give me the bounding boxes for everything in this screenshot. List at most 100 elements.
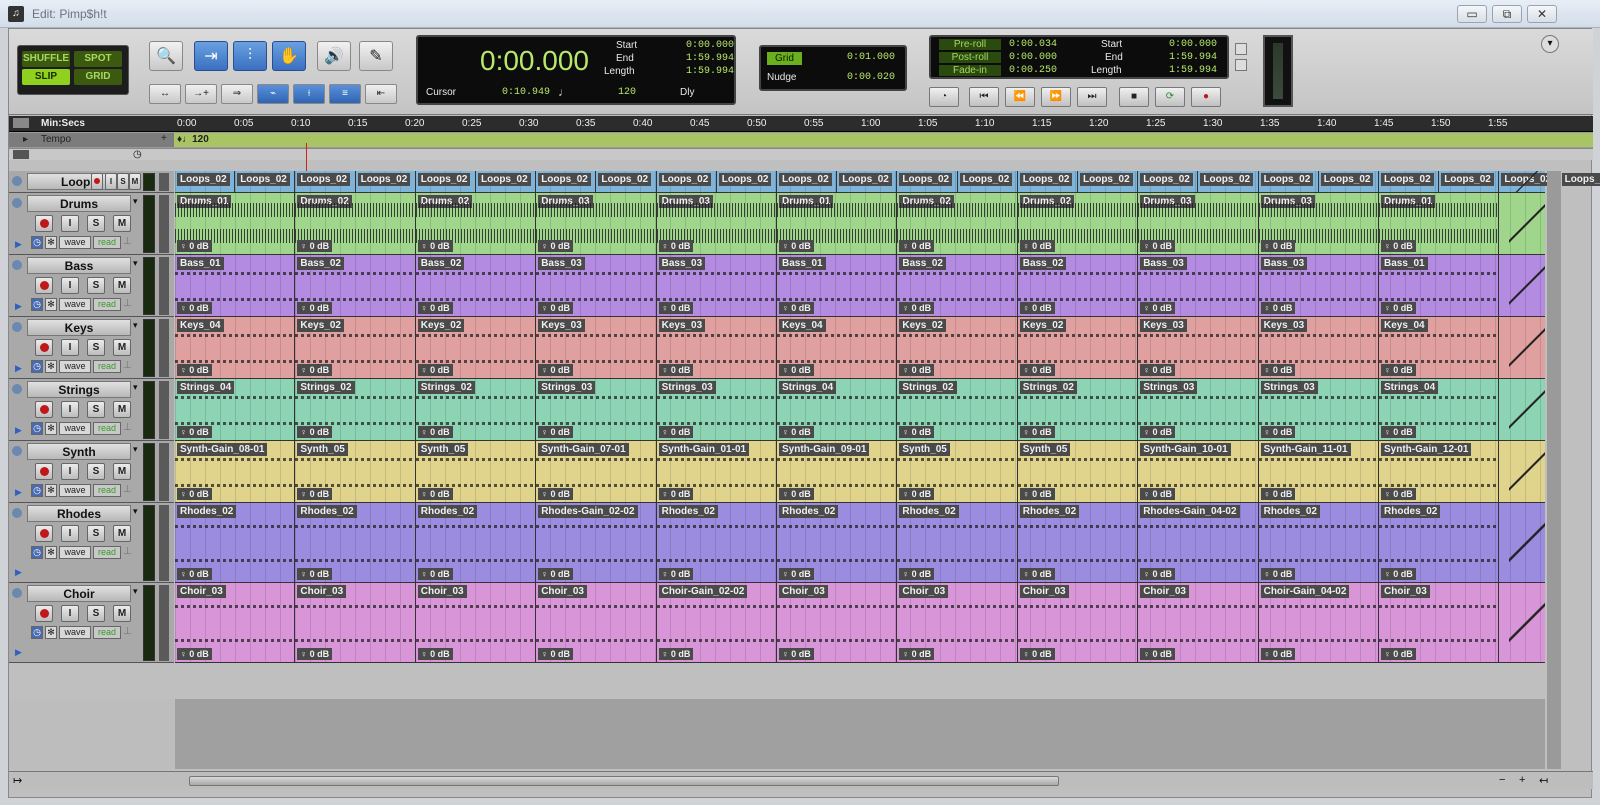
timebase-icon[interactable]: ◷ (31, 626, 43, 639)
tempo-ruler[interactable]: ♦♩120 (9, 133, 1593, 147)
zoom-toggle-icon[interactable]: ↔ (149, 84, 181, 104)
clip[interactable]: Bass_02 ♀ 0 dB (897, 255, 1018, 316)
input-monitor-button[interactable]: I (61, 277, 79, 294)
fade-out[interactable] (1509, 317, 1545, 378)
solo-button[interactable]: S (87, 463, 105, 480)
fadein-label[interactable]: Fade-in (939, 65, 1001, 76)
expand-lanes-icon[interactable]: ▶ (15, 567, 22, 578)
automation-mode-selector[interactable]: read (93, 360, 121, 373)
clip[interactable]: Keys_04 ♀ 0 dB (175, 317, 296, 378)
spot-mode-button[interactable]: SPOT (74, 51, 122, 67)
zoom-tool-icon[interactable]: 🔍 (149, 41, 183, 71)
close-button[interactable]: ✕ (1527, 5, 1557, 23)
clip[interactable]: Loops_02 (175, 171, 236, 192)
clip[interactable]: Choir_03 ♀ 0 dB (295, 583, 416, 662)
track-menu-icon[interactable]: ▾ (133, 320, 138, 331)
clip[interactable]: Loops_02 (1138, 171, 1199, 192)
track-menu-icon[interactable]: ▾ (133, 258, 138, 269)
solo-button[interactable]: S (87, 525, 105, 542)
minsecs-ruler[interactable]: Min:Secs 0:00 0:05 0:10 0:15 0:20 0:25 0:30 0:3… (9, 116, 1593, 132)
playlist-icon[interactable]: ⊥ (123, 422, 132, 433)
track-name[interactable]: Bass (27, 257, 131, 274)
clip[interactable]: Synth-Gain_12-01 ♀ 0 dB (1379, 441, 1500, 502)
playlist-icon[interactable]: ⊥ (123, 626, 132, 637)
clip[interactable]: Drums_03 ♀ 0 dB (1138, 193, 1259, 254)
automation-mode-selector[interactable]: read (93, 484, 121, 497)
clip[interactable]: Synth-Gain_10-01 ♀ 0 dB (1138, 441, 1259, 502)
track-lane-keys[interactable]: Keys_04 ♀ 0 dB Keys_02 ♀ 0 dB Keys_02 ♀ 0 dB K… (175, 317, 1545, 379)
record-enable-button[interactable] (35, 605, 53, 622)
elastic-icon[interactable]: ✻ (45, 626, 57, 639)
timebase-icon[interactable]: ◷ (31, 298, 43, 311)
insertion-follows-icon[interactable]: ⟊ (293, 84, 325, 104)
track-view-selector[interactable]: wave (59, 236, 91, 249)
track-view-selector[interactable]: wave (59, 484, 91, 497)
input-monitor-button[interactable]: I (61, 525, 79, 542)
clip[interactable]: Bass_01 ♀ 0 dB (777, 255, 898, 316)
track-view-selector[interactable]: wave (59, 360, 91, 373)
elastic-icon[interactable]: ✻ (45, 546, 57, 559)
track-lane-synth[interactable]: Synth-Gain_08-01 ♀ 0 dB Synth_05 ♀ 0 dB Synt… (175, 441, 1545, 503)
tempo-marker[interactable]: ♦♩120 (177, 134, 209, 145)
slip-mode-button[interactable]: SLIP (22, 69, 70, 85)
clip[interactable]: Rhodes_02 ♀ 0 dB (777, 503, 898, 582)
automation-mode-selector[interactable]: read (93, 236, 121, 249)
track-options-icon[interactable] (12, 198, 22, 208)
clip[interactable]: Rhodes_02 ♀ 0 dB (415, 503, 537, 582)
clip[interactable]: Rhodes_02 ♀ 0 dB (1379, 503, 1500, 582)
preroll-label[interactable]: Pre-roll (939, 39, 1001, 50)
expand-lanes-icon[interactable]: ▶ (15, 425, 22, 436)
clip[interactable]: Synth_05 ♀ 0 dB (415, 441, 537, 502)
selection-length[interactable]: 1:59.994 (686, 66, 734, 77)
add-tempo-icon[interactable]: + (161, 133, 167, 144)
clip[interactable]: Loops_02 (416, 171, 476, 192)
mirrored-edit-icon[interactable]: ≡ (329, 84, 361, 104)
track-view-selector[interactable]: wave (59, 422, 91, 435)
ruler-view-icon[interactable] (13, 118, 29, 128)
clip[interactable]: Strings_02 ♀ 0 dB (897, 379, 1018, 440)
elastic-icon[interactable]: ✻ (45, 422, 57, 435)
track-options-icon[interactable] (12, 588, 22, 598)
input-monitor-button[interactable]: I (61, 401, 79, 418)
vertical-scrollbar[interactable] (1547, 171, 1561, 769)
mute-button[interactable]: M (113, 605, 131, 622)
automation-mode-selector[interactable]: read (93, 626, 121, 639)
record-enable-button[interactable] (35, 277, 53, 294)
track-menu-icon[interactable]: ▾ (133, 506, 138, 517)
clip[interactable]: Synth-Gain_11-01 ♀ 0 dB (1258, 441, 1379, 502)
clip[interactable]: Strings_02 ♀ 0 dB (415, 379, 537, 440)
counter-toggle-icon[interactable] (1235, 43, 1247, 55)
fade-out[interactable] (1509, 171, 1545, 192)
clip[interactable]: Strings_02 ♀ 0 dB (1017, 379, 1139, 440)
clip[interactable]: Synth-Gain_01-01 ♀ 0 dB (656, 441, 777, 502)
zoom-in-icon[interactable]: + (1519, 774, 1525, 786)
trim-tool-icon[interactable]: ⇥ (194, 41, 228, 71)
clip[interactable]: Synth_05 ♀ 0 dB (1017, 441, 1139, 502)
link-edit-icon[interactable]: ⌁ (257, 84, 289, 104)
track-view-selector[interactable]: wave (59, 298, 91, 311)
mute-button[interactable]: M (129, 173, 141, 190)
clip[interactable]: Keys_04 ♀ 0 dB (1379, 317, 1500, 378)
scrubber-tool-icon[interactable]: 🔊 (317, 41, 351, 71)
mute-button[interactable]: M (113, 339, 131, 356)
shuffle-mode-button[interactable]: SHUFFLE (22, 51, 70, 67)
online-icon[interactable]: ◔ (929, 87, 959, 107)
clip[interactable]: Drums_02 ♀ 0 dB (1017, 193, 1139, 254)
record-enable-button[interactable] (35, 339, 53, 356)
automation-mode-selector[interactable]: read (93, 298, 121, 311)
clip[interactable]: Drums_01 ♀ 0 dB (1379, 193, 1500, 254)
track-view-selector[interactable]: wave (59, 626, 91, 639)
input-monitor-button[interactable]: I (61, 605, 79, 622)
track-lane-strings[interactable]: Strings_04 ♀ 0 dB Strings_02 ♀ 0 dB Strings_… (175, 379, 1545, 441)
clip[interactable]: Drums_02 ♀ 0 dB (415, 193, 537, 254)
mute-button[interactable]: M (113, 215, 131, 232)
record-icon[interactable]: ● (1191, 87, 1221, 107)
expand-lanes-icon[interactable]: ▶ (15, 239, 22, 250)
track-name[interactable]: Strings (27, 381, 131, 398)
clip[interactable]: Synth_05 ♀ 0 dB (897, 441, 1018, 502)
clip[interactable]: Keys_04 ♀ 0 dB (777, 317, 898, 378)
clip[interactable]: Keys_02 ♀ 0 dB (415, 317, 537, 378)
clip[interactable]: Keys_03 ♀ 0 dB (1258, 317, 1379, 378)
solo-button[interactable]: S (87, 215, 105, 232)
scroll-end-icon[interactable]: ↤ (1539, 774, 1548, 787)
